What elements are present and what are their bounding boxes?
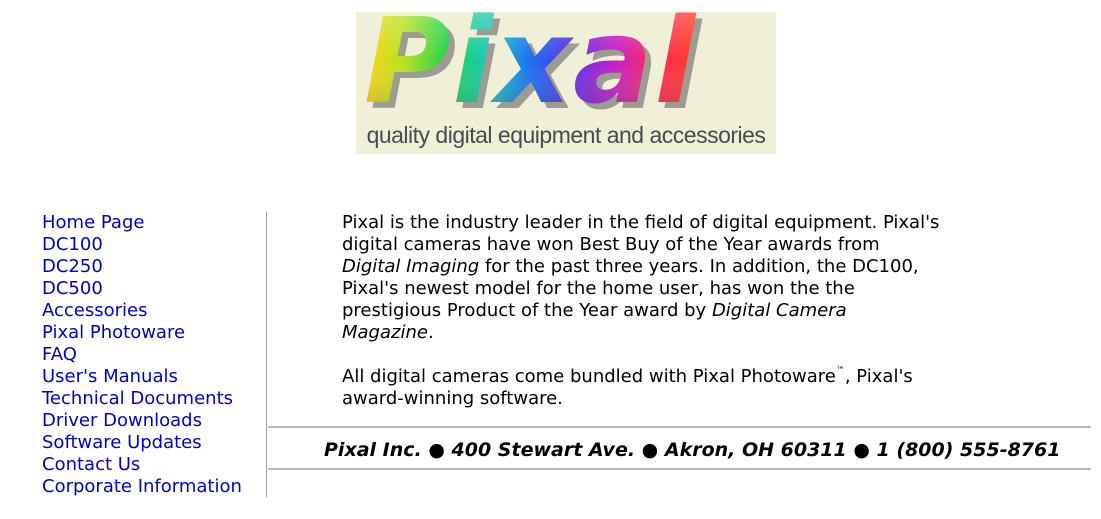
nav-link-dc100[interactable]: DC100 xyxy=(42,234,268,256)
bundle-text-1: All digital cameras come bundled with Pi… xyxy=(342,366,836,387)
nav-link-home-page[interactable]: Home Page xyxy=(42,212,268,234)
bundle-paragraph: All digital cameras come bundled with Pi… xyxy=(342,366,942,410)
trademark-symbol: ™ xyxy=(835,366,845,376)
nav-link-dc250[interactable]: DC250 xyxy=(42,256,268,278)
intro-text-1: Pixal is the industry leader in the fiel… xyxy=(342,212,940,255)
nav-link-contact-us[interactable]: Contact Us xyxy=(42,454,268,476)
sidebar-nav: Home Page DC100 DC250 DC500 Accessories … xyxy=(42,212,268,502)
nav-link-users-manuals[interactable]: User's Manuals xyxy=(42,366,268,388)
pixal-wordmark-logo: Pixal Pixal Pixal xyxy=(364,12,701,122)
nav-link-corporate-information[interactable]: Corporate Information xyxy=(42,476,268,498)
nav-link-pixal-photoware[interactable]: Pixal Photoware xyxy=(42,322,268,344)
svg-text:Pixal: Pixal xyxy=(364,12,697,122)
nav-link-software-updates[interactable]: Software Updates xyxy=(42,432,268,454)
footer-address: Pixal Inc. ● 400 Stewart Ave. ● Akron, O… xyxy=(324,439,1061,461)
logo-tagline: quality digital equipment and accessorie… xyxy=(366,122,766,148)
intro-text-3: . xyxy=(427,322,434,343)
publication-digital-imaging: Digital Imaging xyxy=(342,256,480,277)
main-content: Pixal is the industry leader in the fiel… xyxy=(342,212,942,410)
nav-link-faq[interactable]: FAQ xyxy=(42,344,268,366)
nav-link-accessories[interactable]: Accessories xyxy=(42,300,268,322)
sidebar-divider xyxy=(266,212,267,497)
nav-link-dc500[interactable]: DC500 xyxy=(42,278,268,300)
intro-paragraph: Pixal is the industry leader in the fiel… xyxy=(342,212,942,344)
nav-link-technical-documents[interactable]: Technical Documents xyxy=(42,388,268,410)
logo: Pixal Pixal Pixal quality digital equipm… xyxy=(356,12,776,154)
nav-link-driver-downloads[interactable]: Driver Downloads xyxy=(42,410,268,432)
footer: Pixal Inc. ● 400 Stewart Ave. ● Akron, O… xyxy=(268,426,1091,470)
